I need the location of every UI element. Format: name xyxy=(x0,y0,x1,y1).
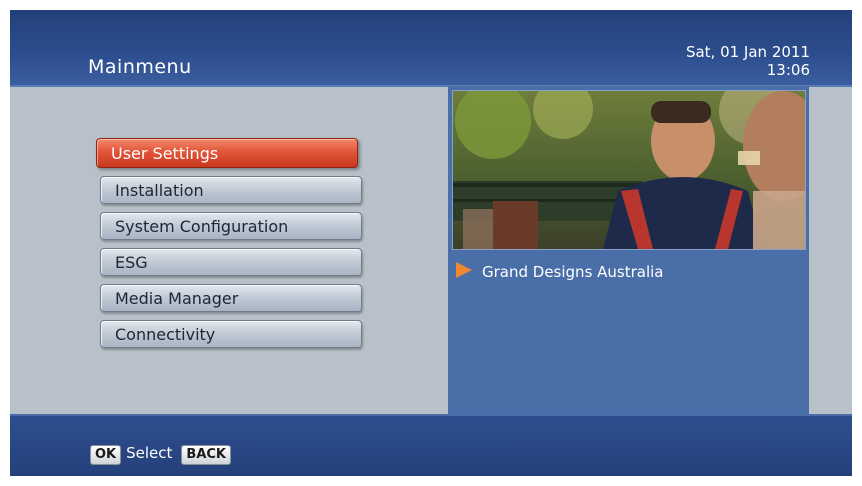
ok-key-icon[interactable]: OK xyxy=(90,445,122,465)
menu-item-media-manager[interactable]: Media Manager xyxy=(100,284,362,312)
channel-info: Grand Designs Australia xyxy=(456,262,664,281)
date-text: Sat, 01 Jan 2011 xyxy=(685,43,810,61)
time-text: 13:06 xyxy=(766,61,810,79)
page-title: Mainmenu xyxy=(88,56,192,78)
footer-bar: OK Select BACK xyxy=(10,414,852,476)
menu-item-installation[interactable]: Installation xyxy=(100,176,362,204)
main-menu: User Settings Installation System Config… xyxy=(94,138,362,356)
header-bar: Mainmenu Sat, 01 Jan 2011 13:06 xyxy=(10,10,852,87)
menu-item-system-configuration[interactable]: System Configuration xyxy=(100,212,362,240)
tv-menu-screen: Mainmenu Sat, 01 Jan 2011 13:06 User Set… xyxy=(10,10,852,476)
play-arrow-icon xyxy=(456,262,472,278)
video-frame-image xyxy=(453,91,805,249)
preview-panel: Grand Designs Australia xyxy=(448,86,809,414)
live-video-preview xyxy=(452,90,806,250)
date-time-display: Sat, 01 Jan 2011 13:06 xyxy=(686,43,810,79)
menu-item-connectivity[interactable]: Connectivity xyxy=(100,320,362,348)
back-key-icon[interactable]: BACK xyxy=(181,445,231,465)
menu-item-user-settings[interactable]: User Settings xyxy=(96,138,358,168)
menu-item-esg[interactable]: ESG xyxy=(100,248,362,276)
channel-name: Grand Designs Australia xyxy=(482,263,664,281)
select-hint-label: Select xyxy=(126,444,173,462)
key-hints: OK Select BACK xyxy=(90,444,231,465)
